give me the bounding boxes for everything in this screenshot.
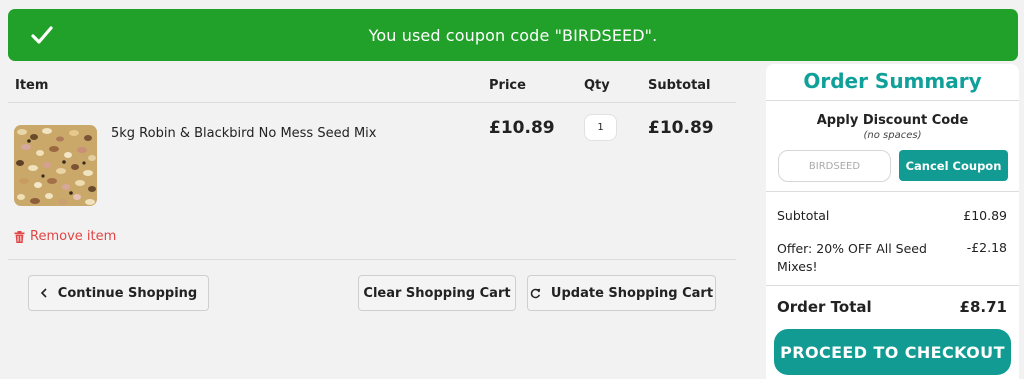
refresh-icon <box>530 288 541 299</box>
coupon-success-banner: You used coupon code "BIRDSEED". <box>8 9 1018 61</box>
quantity-input[interactable]: 1 <box>584 114 617 141</box>
column-header-subtotal: Subtotal <box>648 78 711 93</box>
subtotal-value: £10.89 <box>963 208 1007 223</box>
offer-value: -£2.18 <box>966 240 1007 255</box>
product-thumbnail[interactable] <box>14 125 97 206</box>
trash-icon <box>14 230 25 243</box>
order-total-label: Order Total <box>777 298 872 316</box>
clear-cart-button[interactable]: Clear Shopping Cart <box>358 275 516 311</box>
check-icon <box>31 26 53 44</box>
summary-title-divider <box>766 100 1019 101</box>
product-name[interactable]: 5kg Robin & Blackbird No Mess Seed Mix <box>111 126 376 141</box>
banner-message: You used coupon code "BIRDSEED". <box>368 25 658 45</box>
actions-divider <box>8 259 736 260</box>
remove-item-label: Remove item <box>30 229 117 244</box>
cancel-coupon-button[interactable]: Cancel Coupon <box>899 150 1008 181</box>
product-subtotal: £10.89 <box>648 118 714 138</box>
subtotal-label: Subtotal <box>777 208 830 223</box>
header-divider <box>8 102 736 103</box>
coupon-code-input[interactable] <box>778 150 891 182</box>
offer-label: Offer: 20% OFF All Seed Mixes! <box>777 241 927 274</box>
clear-cart-label: Clear Shopping Cart <box>363 285 511 301</box>
proceed-to-checkout-button[interactable]: PROCEED TO CHECKOUT <box>774 329 1011 375</box>
continue-shopping-label: Continue Shopping <box>57 285 198 301</box>
column-header-price: Price <box>489 78 526 93</box>
discount-divider <box>766 191 1019 192</box>
continue-shopping-button[interactable]: Continue Shopping <box>28 275 209 311</box>
remove-item-link[interactable]: Remove item <box>14 229 116 244</box>
column-header-item: Item <box>15 78 49 93</box>
seed-mix-image <box>14 125 97 206</box>
order-total-value: £8.71 <box>959 298 1007 316</box>
column-header-qty: Qty <box>584 78 610 93</box>
update-cart-label: Update Shopping Cart <box>550 285 714 301</box>
discount-code-hint: (no spaces) <box>863 130 922 141</box>
chevron-left-icon <box>40 288 48 298</box>
product-price: £10.89 <box>489 118 555 138</box>
discount-code-label: Apply Discount Code <box>816 113 969 128</box>
total-divider <box>766 285 1019 286</box>
update-cart-button[interactable]: Update Shopping Cart <box>527 275 716 311</box>
order-summary-title: Order Summary <box>803 69 982 93</box>
